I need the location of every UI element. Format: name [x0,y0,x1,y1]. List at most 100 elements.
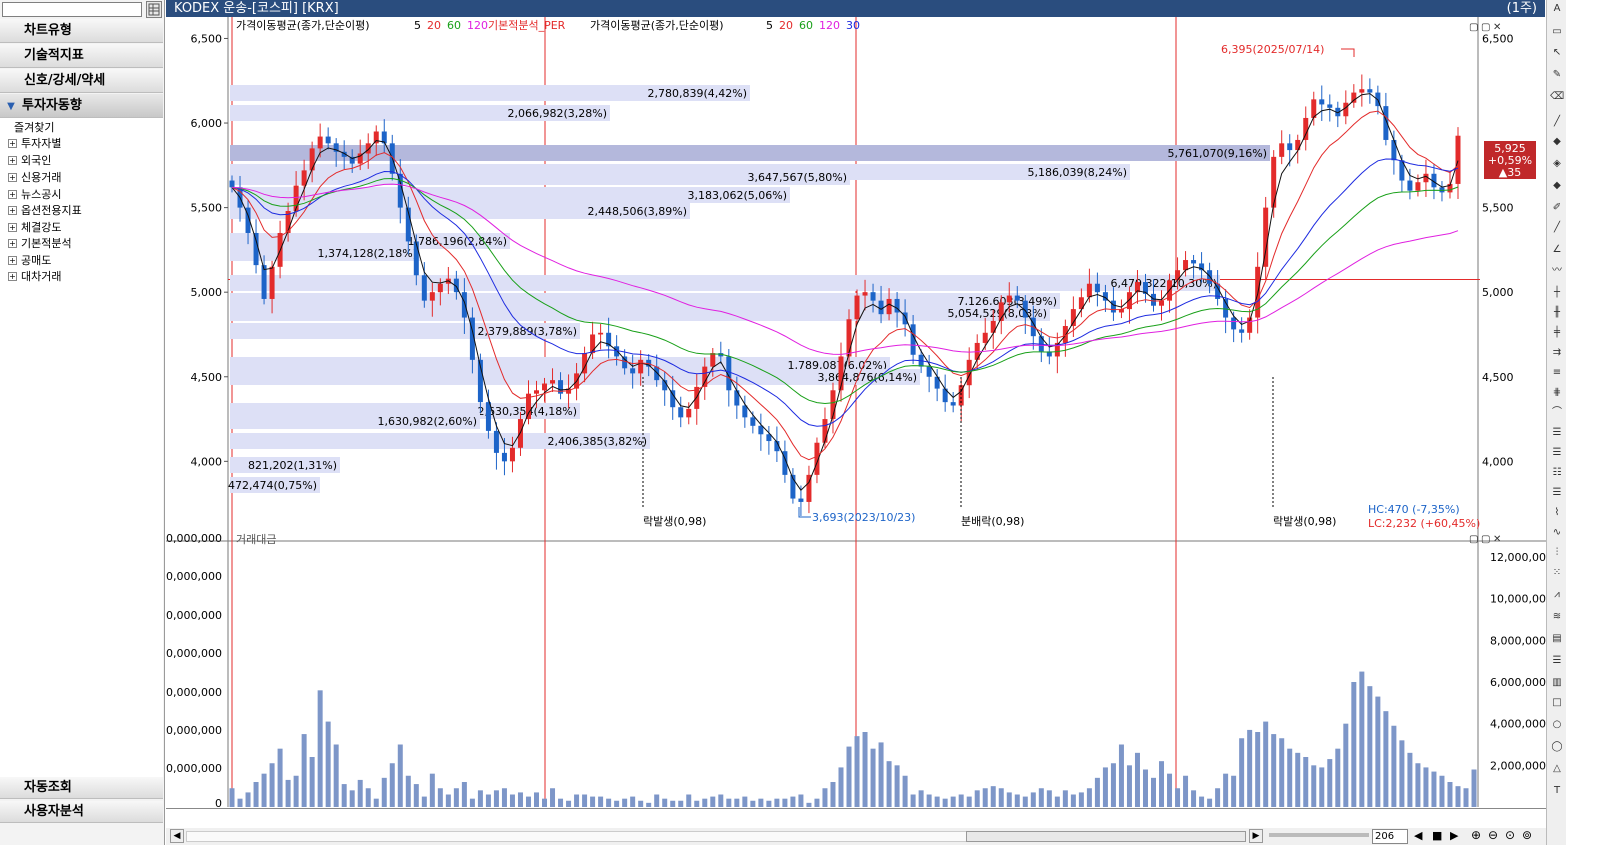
expand-plus-icon[interactable]: + [8,206,17,215]
crosshair-icon[interactable]: ┼ [1550,286,1564,300]
search-button[interactable] [146,1,162,18]
scroll-right-icon[interactable]: ▶ [1249,829,1263,843]
elliott-icon[interactable]: ⩘ [1550,588,1564,602]
fill-icon[interactable]: ◈ [1550,157,1564,171]
fibonacci-icon[interactable]: ≡ [1550,366,1564,380]
menu-chart-type[interactable]: 차트유형 [0,19,163,43]
stop-icon[interactable]: ■ [1432,829,1442,842]
menu-signals[interactable]: 신호/강세/약세 [0,69,163,93]
prev-icon[interactable]: ◀ [1414,829,1422,842]
speed-line-icon[interactable]: ☰ [1550,486,1564,500]
volume-bar [950,796,956,807]
zoom-reset-icon[interactable]: ⊙ [1505,828,1515,842]
expand-plus-icon[interactable]: + [8,256,17,265]
pen-tool-icon[interactable]: ✎ [1550,68,1564,82]
wave-icon[interactable]: 〰 [1550,264,1564,278]
trendline-icon[interactable]: ╱ [1550,221,1564,235]
price-tick-label: 6,000 [191,117,223,130]
tree-item-option[interactable]: + 옵션전용지표 [8,204,82,218]
tree-item-credit[interactable]: + 신용거래 [8,171,61,185]
fan-icon[interactable]: ⌒ [1550,406,1564,420]
fibo-time-icon[interactable]: ☷ [1550,466,1564,480]
bucket-icon[interactable]: ◆ [1550,179,1564,193]
volume-bar [1175,788,1181,807]
candle-body [886,298,892,315]
volume-bar [1383,711,1389,807]
tree-item-investor[interactable]: + 투자자별 [8,137,61,151]
period-label[interactable]: (1주) [1507,0,1537,17]
channel-icon[interactable]: ⇉ [1550,346,1564,360]
tri-line-icon[interactable]: ≋ [1550,610,1564,624]
candle-body [1110,300,1116,313]
regression-icon[interactable]: ⫶ [1550,546,1564,560]
right-price-label: 4,500 [1482,371,1514,384]
maximize-icon: ▢ [1481,22,1490,33]
user-analysis-button[interactable]: 사용자분석 [0,801,163,823]
expand-plus-icon[interactable]: + [8,190,17,199]
zoom-fit-icon[interactable]: ⊚ [1522,828,1532,842]
volume-bar [1167,773,1173,807]
rectangle-icon[interactable]: □ [1550,696,1564,710]
zoom-in-icon[interactable]: ⊕ [1471,828,1481,842]
pattern-icon[interactable]: ⁙ [1550,566,1564,580]
triangle-icon[interactable]: △ [1550,762,1564,776]
gann-icon[interactable]: ⋕ [1550,386,1564,400]
window-icon[interactable]: ▭ [1550,25,1564,39]
candle-body [261,265,267,299]
fibo-fan-icon[interactable]: ☰ [1550,446,1564,460]
scroll-left-icon[interactable]: ◀ [170,829,184,843]
fibo-arc-icon[interactable]: ☰ [1550,426,1564,440]
zoom-slider[interactable] [1269,833,1369,837]
bar-count-field[interactable]: 206 [1372,829,1408,844]
chart-area[interactable]: 2,780,839(4,42%) 2,066,982(3,28%) 5,761,07… [166,17,1546,825]
legend-period: 120 [467,19,488,32]
tree-item-fundamental[interactable]: + 기본적분석 [8,237,72,251]
bottom-bar: ◀ ▶ 206 ◀ ■ ▶ ⊕ ⊖ ⊙ ⊚ [166,808,1546,845]
level-icon[interactable]: ☰ [1550,654,1564,668]
tree-item-strength[interactable]: + 체결강도 [8,221,61,235]
marker-icon[interactable]: ✐ [1550,201,1564,215]
text-tool-icon[interactable]: A [1550,2,1564,16]
expand-plus-icon[interactable]: + [8,239,17,248]
expand-plus-icon[interactable]: + [8,139,17,148]
cycle-icon[interactable]: ∿ [1550,526,1564,540]
vline-tool-icon[interactable]: ╪ [1550,326,1564,340]
volume-bar [1263,721,1269,807]
andrews-icon[interactable]: ⌇ [1550,506,1564,520]
expand-plus-icon[interactable]: + [8,223,17,232]
period-icon[interactable]: ▥ [1550,676,1564,690]
expand-plus-icon[interactable]: + [8,173,17,182]
zoom-out-icon[interactable]: ⊖ [1488,828,1498,842]
circle-icon[interactable]: ◯ [1550,740,1564,754]
candle-body [1231,317,1237,330]
price-box-icon[interactable]: ▤ [1550,632,1564,646]
volume-bar [902,775,908,807]
hline-tool-icon[interactable]: ╫ [1550,306,1564,320]
menu-technical-indicators[interactable]: 기술적지표 [0,44,163,68]
volume-bar [1126,765,1132,807]
tree-item-favorites[interactable]: 즐겨찾기 [14,121,54,135]
tree-item-foreigner[interactable]: + 외국인 [8,154,51,168]
volume-bar [1134,752,1140,807]
tree-item-lending[interactable]: + 대차거래 [8,270,61,284]
menu-investor-trend[interactable]: ▼ 투자자동향 [0,94,163,118]
auto-query-button[interactable]: 자동조회 [0,777,163,799]
scroll-thumb[interactable] [966,831,1246,842]
volume-bar [1399,740,1405,807]
indicator-search-input[interactable] [2,2,142,17]
tree-item-short-selling[interactable]: + 공매도 [8,254,51,268]
text-icon[interactable]: T [1550,784,1564,798]
angle-icon[interactable]: ∠ [1550,243,1564,257]
expand-plus-icon[interactable]: + [8,272,17,281]
paint-icon[interactable]: ◆ [1550,135,1564,149]
tree-item-news[interactable]: + 뉴스공시 [8,188,61,202]
ellipse-icon[interactable]: ○ [1550,718,1564,732]
expand-plus-icon[interactable]: + [8,156,17,165]
line-tool-icon[interactable]: ╱ [1550,115,1564,129]
play-icon[interactable]: ▶ [1450,829,1458,842]
eraser-icon[interactable]: ⌫ [1550,90,1564,104]
candle-body [1287,143,1293,151]
arrow-tool-icon[interactable]: ↖ [1550,46,1564,60]
candle-body [670,390,676,408]
candle-body [1455,135,1461,184]
